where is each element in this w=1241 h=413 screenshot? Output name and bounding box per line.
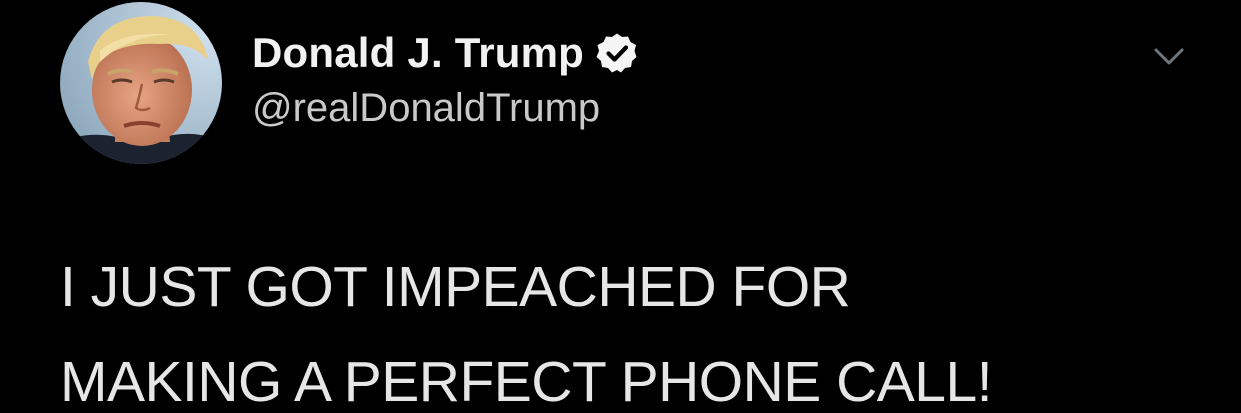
tweet-text: I JUST GOT IMPEACHED FOR MAKING A PERFEC… [60,240,1210,413]
author-display-name[interactable]: Donald J. Trump [252,29,584,77]
tweet-text-line: MAKING A PERFECT PHONE CALL! [60,350,993,413]
tweet-text-line: I JUST GOT IMPEACHED FOR [60,255,851,319]
avatar[interactable] [60,2,222,164]
verified-badge-icon [596,32,638,74]
avatar-image [60,2,222,164]
author-name-row: Donald J. Trump [252,26,638,80]
chevron-down-icon[interactable] [1150,38,1188,76]
tweet-card: Donald J. Trump @realDonaldTrump I JUST … [0,0,1241,413]
author-handle[interactable]: @realDonaldTrump [252,86,600,131]
